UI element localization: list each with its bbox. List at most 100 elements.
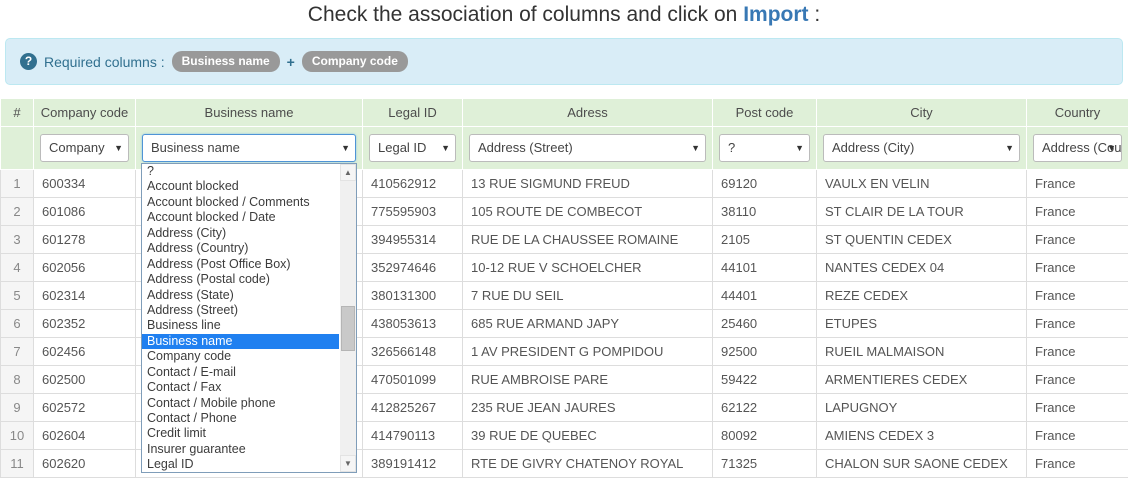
dropdown-list: ?Account blockedAccount blocked / Commen… [142,164,339,472]
header-row: #Company codeBusiness nameLegal IDAdress… [1,99,1128,127]
cell-city: CHALON SUR SAONE CEDEX [817,450,1027,478]
chevron-down-icon: ▼ [795,135,804,162]
dropdown-option[interactable]: Contact / Fax [142,380,339,395]
cell-company-code: 602572 [34,394,136,422]
cell-company-code: 602056 [34,254,136,282]
scroll-up-icon[interactable]: ▲ [340,164,356,181]
cell-post-code: 59422 [713,366,817,394]
cell-address: 39 RUE DE QUEBEC [463,422,713,450]
dropdown-option[interactable]: Address (Post Office Box) [142,257,339,272]
select-cell: Address (Country)▼ [1027,127,1128,170]
cell-num: 7 [1,338,34,366]
cell-legal-id: 414790113 [363,422,463,450]
column-mapping-select[interactable]: Address (Street) ▼ [469,134,706,162]
dropdown-option[interactable]: Address (Street) [142,303,339,318]
scrollbar-thumb[interactable] [341,306,355,351]
dropdown-option[interactable]: Credit limit [142,426,339,441]
dropdown-option[interactable]: Contact / E-mail [142,365,339,380]
import-link[interactable]: Import [743,3,808,26]
business-name-dropdown: ?Account blockedAccount blocked / Commen… [141,163,357,473]
cell-address: 1 AV PRESIDENT G POMPIDOU [463,338,713,366]
column-header: City [817,99,1027,127]
cell-company-code: 602352 [34,310,136,338]
chevron-down-icon: ▼ [341,135,350,162]
cell-country: France [1027,394,1128,422]
cell-city: ST CLAIR DE LA TOUR [817,198,1027,226]
select-cell: Company▼ [34,127,136,170]
dropdown-option[interactable]: Address (Postal code) [142,272,339,287]
cell-address: 685 RUE ARMAND JAPY [463,310,713,338]
cell-legal-id: 352974646 [363,254,463,282]
column-header: Post code [713,99,817,127]
cell-num: 9 [1,394,34,422]
dropdown-option[interactable]: Account blocked / Comments [142,195,339,210]
dropdown-option[interactable]: Business line [142,318,339,333]
column-mapping-select[interactable]: Address (City)▼ [823,134,1020,162]
cell-num: 5 [1,282,34,310]
cell-city: RUEIL MALMAISON [817,338,1027,366]
cell-city: ARMENTIERES CEDEX [817,366,1027,394]
cell-country: France [1027,450,1128,478]
select-value: Legal ID [378,140,426,155]
cell-legal-id: 410562912 [363,170,463,198]
select-cell-empty [1,127,34,170]
required-column-badge-company-code: Company code [302,51,408,72]
dropdown-option[interactable]: Account blocked / Date [142,210,339,225]
cell-company-code: 601086 [34,198,136,226]
cell-address: 10-12 RUE V SCHOELCHER [463,254,713,282]
column-mapping-select[interactable]: Address (Country)▼ [1033,134,1122,162]
select-value: Address (Street) [478,140,573,155]
dropdown-option[interactable]: Contact / Mobile phone [142,396,339,411]
dropdown-option[interactable]: Contact / Phone [142,411,339,426]
dropdown-option[interactable]: Insurer guarantee [142,442,339,457]
required-columns-label: Required columns : [44,54,165,70]
cell-legal-id: 389191412 [363,450,463,478]
badge-separator: + [287,54,295,70]
column-mapping-select[interactable]: Company▼ [40,134,129,162]
dropdown-option[interactable]: Business name [142,334,339,349]
cell-company-code: 602620 [34,450,136,478]
dropdown-option[interactable]: Address (City) [142,226,339,241]
dropdown-option[interactable]: Legal ID [142,457,339,472]
dropdown-option[interactable]: Company code [142,349,339,364]
cell-post-code: 62122 [713,394,817,422]
dropdown-option[interactable]: Address (State) [142,288,339,303]
cell-address: 7 RUE DU SEIL [463,282,713,310]
column-header: # [1,99,34,127]
column-header: Legal ID [363,99,463,127]
cell-legal-id: 470501099 [363,366,463,394]
cell-address: 13 RUE SIGMUND FREUD [463,170,713,198]
cell-country: France [1027,310,1128,338]
required-columns-banner: ? Required columns : Business name + Com… [5,38,1123,85]
dropdown-option[interactable]: Address (Country) [142,241,339,256]
cell-city: REZE CEDEX [817,282,1027,310]
column-mapping-select[interactable]: Legal ID▼ [369,134,456,162]
chevron-down-icon: ▼ [114,135,123,162]
chevron-down-icon: ▼ [691,135,700,162]
cell-company-code: 602314 [34,282,136,310]
column-mapping-select[interactable]: Business name▼ [142,134,356,162]
cell-num: 10 [1,422,34,450]
title-prefix: Check the association of columns and cli… [308,3,743,26]
column-header: Company code [34,99,136,127]
cell-num: 11 [1,450,34,478]
cell-address: 235 RUE JEAN JAURES [463,394,713,422]
select-value: Address (City) [832,140,914,155]
cell-num: 2 [1,198,34,226]
cell-company-code: 602604 [34,422,136,450]
cell-legal-id: 412825267 [363,394,463,422]
scroll-down-icon[interactable]: ▼ [340,455,356,472]
cell-num: 6 [1,310,34,338]
dropdown-scrollbar[interactable]: ▲ ▼ [340,164,356,472]
column-header: Adress [463,99,713,127]
cell-company-code: 601278 [34,226,136,254]
cell-country: France [1027,198,1128,226]
dropdown-option[interactable]: ? [142,164,339,179]
cell-post-code: 38110 [713,198,817,226]
cell-city: AMIENS CEDEX 3 [817,422,1027,450]
cell-city: NANTES CEDEX 04 [817,254,1027,282]
cell-country: France [1027,338,1128,366]
column-mapping-select[interactable]: ?▼ [719,134,810,162]
cell-legal-id: 380131300 [363,282,463,310]
dropdown-option[interactable]: Account blocked [142,179,339,194]
